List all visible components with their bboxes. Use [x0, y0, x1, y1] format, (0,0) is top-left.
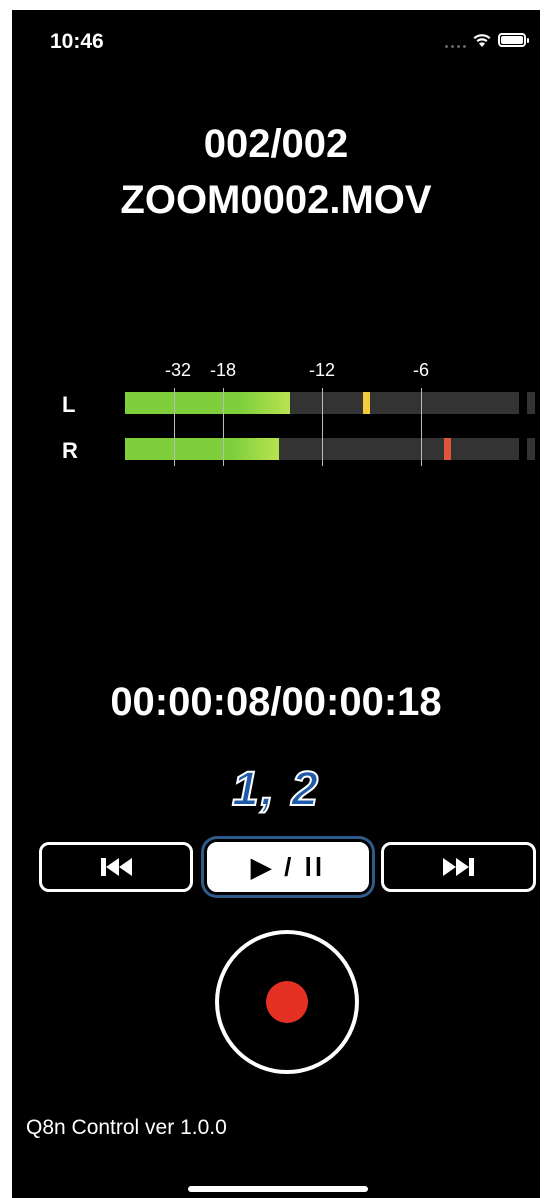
- scale-label-6: -6: [412, 360, 430, 380]
- step-callout: 1, 2: [231, 762, 321, 817]
- skip-next-icon: [442, 858, 474, 876]
- next-button[interactable]: [381, 842, 536, 892]
- level-bar-end-left: [527, 392, 535, 414]
- file-name: ZOOM0002.MOV: [120, 178, 432, 222]
- home-indicator[interactable]: [188, 1186, 368, 1192]
- status-time: 10:46: [50, 30, 104, 53]
- record-button[interactable]: [215, 930, 359, 1074]
- play-pause-label: ▶ / ll: [250, 851, 326, 882]
- scale-label-18: -18: [209, 360, 237, 380]
- meter-gridline: [421, 388, 422, 466]
- meter-gridline: [223, 388, 224, 466]
- play-pause-button[interactable]: ▶ / ll: [207, 842, 369, 892]
- app-version: Q8n Control ver 1.0.0: [26, 1116, 227, 1139]
- peak-indicator-right: [444, 438, 451, 460]
- peak-indicator-left: [363, 392, 370, 414]
- cellular-signal-icon: [445, 32, 466, 48]
- battery-icon: [498, 33, 529, 47]
- level-meter: -32 -18 -12 -6 L R: [12, 350, 540, 480]
- file-counter: 002/002: [203, 122, 349, 166]
- channel-label-right: R: [62, 438, 78, 463]
- level-bar-end-right: [527, 438, 535, 460]
- scale-label-32: -32: [164, 360, 192, 380]
- channel-label-left: L: [62, 392, 76, 417]
- status-icons: [445, 32, 529, 48]
- time-display: 00:00:08/00:00:18: [110, 680, 442, 724]
- skip-previous-icon: [101, 858, 132, 876]
- meter-gridline: [322, 388, 323, 466]
- previous-button[interactable]: [39, 842, 193, 892]
- meter-gridline: [174, 388, 175, 466]
- app-screen: 10:46 002/002 ZOOM0002.MOV -32 -18 -12 -…: [12, 10, 540, 1198]
- scale-label-12: -12: [308, 360, 336, 380]
- record-icon: [266, 981, 308, 1023]
- level-fill-right: [125, 438, 279, 460]
- wifi-icon: [473, 34, 491, 47]
- level-fill-left: [125, 392, 290, 414]
